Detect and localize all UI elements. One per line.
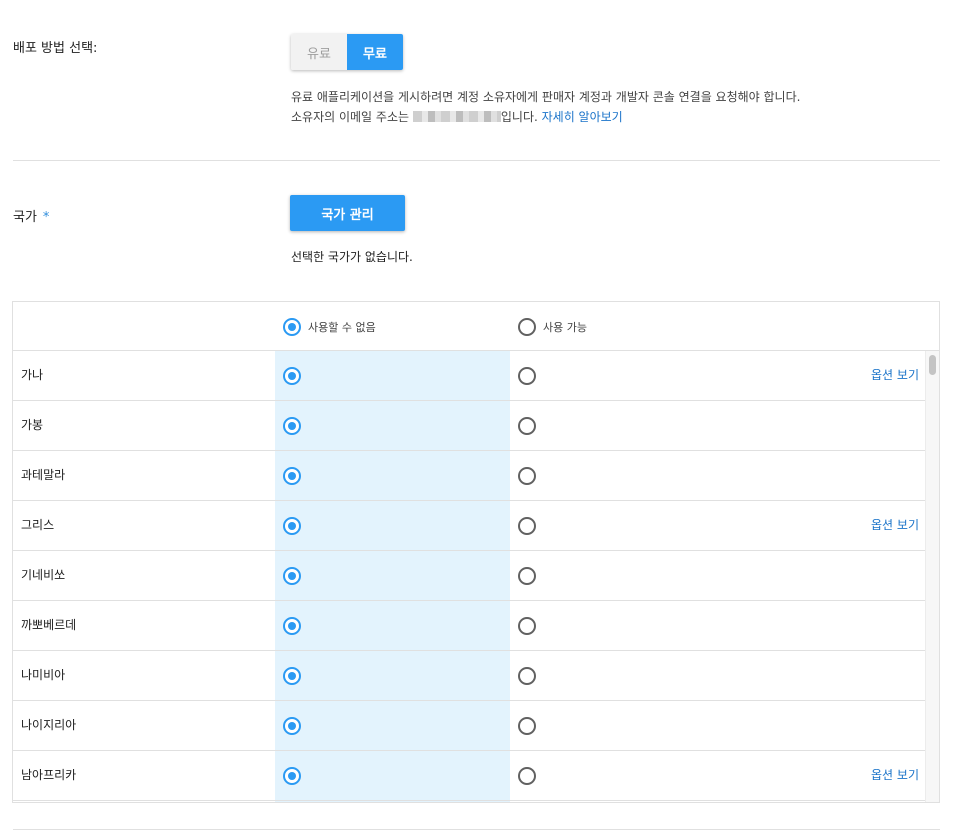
country-label-text: 국가: [13, 210, 37, 225]
free-option-button[interactable]: 무료: [347, 34, 403, 70]
country-name: 기네비쏘: [21, 568, 66, 582]
manage-countries-button[interactable]: 국가 관리: [290, 195, 405, 231]
unavailable-radio[interactable]: [283, 717, 301, 735]
owner-email-note: 소유자의 이메일 주소는 입니다. 자세히 알아보기: [291, 108, 623, 125]
paid-option-button[interactable]: 유료: [291, 34, 347, 70]
available-radio[interactable]: [518, 667, 536, 685]
available-radio[interactable]: [518, 367, 536, 385]
unavailable-radio[interactable]: [283, 617, 301, 635]
section-divider: [13, 160, 940, 161]
country-name: 가나: [21, 368, 44, 382]
header-unavailable-radio[interactable]: [283, 318, 301, 336]
view-options-link[interactable]: 옵션 보기: [871, 351, 919, 400]
table-header: 사용할 수 없음 사용 가능: [13, 302, 939, 351]
redacted-email: [412, 111, 501, 122]
available-radio[interactable]: [518, 717, 536, 735]
table-row: 남아프리카 옵션 보기: [13, 751, 925, 801]
unavailable-radio[interactable]: [283, 767, 301, 785]
required-mark: *: [42, 210, 50, 225]
owner-email-suffix: 입니다.: [500, 110, 542, 124]
country-name: 나이지리아: [21, 718, 77, 732]
country-name: 나미비아: [21, 668, 66, 682]
no-country-selected-text: 선택한 국가가 없습니다.: [291, 250, 413, 264]
table-row: 기네비쏘: [13, 551, 925, 601]
header-available-radio[interactable]: [518, 318, 536, 336]
available-radio[interactable]: [518, 767, 536, 785]
country-name: 까뽀베르데: [21, 618, 77, 632]
available-radio[interactable]: [518, 567, 536, 585]
available-radio[interactable]: [518, 417, 536, 435]
owner-email-prefix: 소유자의 이메일 주소는: [291, 110, 413, 124]
table-row: 그리스 옵션 보기: [13, 501, 925, 551]
table-body: 가나 옵션 보기 가봉 과테말라 그리스 옵션 보기 기네비쏘 까뽀베르데 나미비아 나이지리아 남…: [13, 351, 925, 802]
unavailable-radio[interactable]: [283, 567, 301, 585]
table-row: 나미비아: [13, 651, 925, 701]
header-unavailable-label: 사용할 수 없음: [308, 321, 376, 334]
learn-more-link[interactable]: 자세히 알아보기: [542, 110, 623, 124]
available-radio[interactable]: [518, 617, 536, 635]
distribution-toggle: 유료 무료: [291, 34, 403, 70]
table-row: 까뽀베르데: [13, 601, 925, 651]
country-name: 남아프리카: [21, 768, 77, 782]
country-name: 과테말라: [21, 468, 66, 482]
unavailable-radio[interactable]: [283, 367, 301, 385]
country-name: 그리스: [21, 518, 55, 532]
table-row: 가봉: [13, 401, 925, 451]
scrollbar-thumb[interactable]: [929, 355, 936, 375]
unavailable-radio[interactable]: [283, 467, 301, 485]
country-name: 가봉: [21, 418, 44, 432]
country-availability-table: 사용할 수 없음 사용 가능 가나 옵션 보기 가봉 과테말라 그리스 옵션 보기 기네비쏘…: [12, 301, 940, 803]
table-row: 과테말라: [13, 451, 925, 501]
country-label: 국가 *: [13, 206, 49, 225]
table-row: 가나 옵션 보기: [13, 351, 925, 401]
unavailable-radio[interactable]: [283, 517, 301, 535]
unavailable-radio[interactable]: [283, 667, 301, 685]
table-scrollbar[interactable]: [925, 351, 939, 802]
bottom-divider: [13, 829, 940, 830]
header-available-label: 사용 가능: [543, 321, 587, 334]
view-options-link[interactable]: 옵션 보기: [871, 751, 919, 800]
view-options-link[interactable]: 옵션 보기: [871, 501, 919, 550]
available-radio[interactable]: [518, 517, 536, 535]
available-radio[interactable]: [518, 467, 536, 485]
distribution-label: 배포 방법 선택:: [13, 41, 98, 56]
unavailable-radio[interactable]: [283, 417, 301, 435]
paid-app-note: 유료 애플리케이션을 게시하려면 계정 소유자에게 판매자 계정과 개발자 콘솔…: [291, 90, 801, 104]
table-row: 나이지리아: [13, 701, 925, 751]
